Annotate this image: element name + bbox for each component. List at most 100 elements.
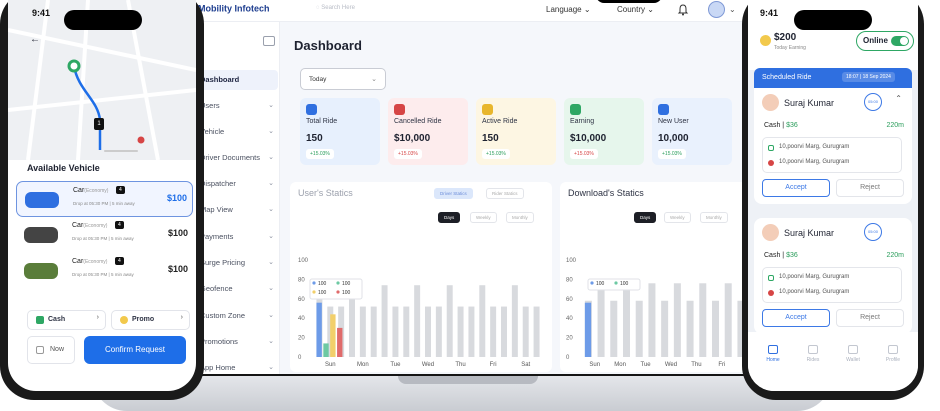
scheduled-ride-bar[interactable]: Scheduled Ride 18:07 | 18 Sep 2024 (754, 68, 912, 88)
vehicle-option[interactable]: Car(Economy) 4 Drop at 05:30 PM | 5 min aw… (16, 253, 193, 289)
downloads-stats-panel: Download's Statics Days Weekly Monthly 0… (560, 182, 768, 372)
vehicle-eta: Drop at 05:30 PM | 5 min away (73, 201, 135, 206)
stage: Mobility Infotech ◌ Search Here Language… (0, 0, 940, 411)
schedule-now-button[interactable]: Now (27, 336, 75, 364)
bell-icon[interactable] (676, 3, 690, 17)
date-filter-select[interactable]: Today ⌄ (300, 68, 386, 90)
y-tick-label: 40 (566, 316, 573, 322)
stat-label: New User (658, 118, 689, 125)
vehicle-price: $100 (167, 264, 188, 274)
sidebar-collapse-icon[interactable] (263, 36, 275, 46)
chevron-down-icon[interactable]: ⌄ (729, 5, 736, 14)
tooltip-swatch (336, 290, 340, 294)
promo-icon (120, 316, 128, 324)
stat-card[interactable]: Cancelled Ride $10,000 +15.03% (388, 98, 468, 165)
payment-cash-select[interactable]: Cash › (27, 310, 106, 330)
chevron-down-icon: ⌄ (268, 259, 274, 266)
vehicle-eta: Drop at 05:30 PM | 5 min away (72, 272, 134, 277)
payment-method: Cash (764, 252, 781, 259)
countdown-timer: 05:00 (864, 223, 882, 241)
pickup-icon (768, 275, 774, 281)
stat-label: Active Ride (482, 118, 518, 125)
stat-delta: +15.03% (570, 149, 598, 159)
tooltip-swatch (590, 281, 594, 285)
pickup-address: 10,poorvi Marg, Gurugram (779, 144, 850, 150)
stat-card[interactable]: Total Ride 150 +15.03% (300, 98, 380, 165)
stat-card[interactable]: New User 10,000 +15.03% (652, 98, 732, 165)
background-bar (712, 300, 719, 357)
chevron-down-icon: ⌄ (268, 312, 274, 319)
vehicle-image-icon (24, 263, 58, 279)
background-bar (414, 285, 421, 357)
tab-rides[interactable]: Rides (796, 345, 830, 363)
tab-label: Rides (806, 357, 820, 363)
vehicle-name: Car(Economy) (72, 222, 107, 229)
confirm-request-button[interactable]: Confirm Request (84, 336, 186, 364)
promo-select[interactable]: Promo › (111, 310, 190, 330)
dashboard-screen: Mobility Infotech ◌ Search Here Language… (168, 0, 772, 374)
user-avatar[interactable] (708, 1, 725, 18)
back-arrow-icon[interactable]: ← (30, 34, 40, 45)
dynamic-island (794, 10, 872, 30)
tooltip-value: 100 (596, 281, 605, 287)
series-bar[interactable] (316, 302, 322, 357)
rider-avatar (762, 94, 779, 111)
stat-card[interactable]: Active Ride 150 +15.03% (476, 98, 556, 165)
ride-request-card[interactable]: Suraj Kumar 05:00 ⌃ Cash | $36 220m 10,poorvi… (754, 88, 912, 204)
series-bar[interactable] (584, 302, 592, 357)
vehicle-option[interactable]: Car(Economy) 4 Drop at 05:30 PM | 5 min aw… (16, 217, 193, 253)
language-select[interactable]: Language ⌄ (546, 5, 591, 14)
rider-phone-screen: 1 ← 9:41 Available Vehicle Car(Economy) 4… (8, 0, 196, 391)
ride-request-card[interactable]: Suraj Kumar 05:00 Cash | $36 220m 10,poorvi … (754, 218, 912, 334)
background-bar (533, 306, 540, 357)
tab-wallet[interactable]: Wallet (836, 345, 870, 363)
ride-payment: Cash | $36 (764, 252, 798, 259)
dynamic-island (64, 10, 142, 30)
y-tick-label: 60 (566, 297, 573, 303)
chevron-up-icon[interactable]: ⌃ (895, 94, 902, 103)
tab-home[interactable]: Home (756, 345, 790, 363)
vehicle-name: Car(Economy) (72, 258, 107, 265)
sidebar-item-label: Map View (200, 205, 233, 214)
reject-button[interactable]: Reject (836, 309, 904, 327)
vehicle-type: (Economy) (83, 223, 108, 229)
background-bar (597, 283, 605, 357)
sidebar-item[interactable]: Dashboard (198, 70, 278, 90)
accept-button[interactable]: Accept (762, 309, 830, 327)
series-bar[interactable] (337, 327, 343, 357)
vehicle-name-text: Car (72, 222, 84, 229)
country-select[interactable]: Country ⌄ (617, 5, 654, 14)
ride-distance: 220m (886, 122, 904, 129)
scheduled-time: 18:07 | 18 Sep 2024 (842, 72, 895, 82)
background-bar (522, 306, 529, 357)
background-bar (479, 285, 486, 357)
driver-phone: 9:41 $200 Today Earning Online Scheduled… (742, 0, 924, 400)
chevron-down-icon: ⌄ (268, 338, 274, 345)
background-bar (468, 306, 475, 357)
stat-card[interactable]: Earning $10,000 +15.03% (564, 98, 644, 165)
reject-button[interactable]: Reject (836, 179, 904, 197)
background-bar (661, 300, 669, 357)
date-filter-value: Today (309, 76, 327, 83)
rider-avatar (762, 224, 779, 241)
background-bar (370, 306, 377, 357)
stat-icon (306, 104, 317, 115)
stat-icon (570, 104, 581, 115)
sidebar-item-label: Custom Zone (200, 311, 246, 320)
main-content: Dashboard Today ⌄ Total Ride 150 +15.03% Can… (290, 22, 768, 374)
search-input[interactable]: ◌ Search Here (316, 5, 355, 11)
sidebar-item-label: Driver Documents (200, 153, 261, 162)
x-tick-label: Tue (390, 362, 401, 368)
accept-button[interactable]: Accept (762, 179, 830, 197)
background-bar (501, 306, 507, 357)
tab-profile[interactable]: Profile (876, 345, 910, 363)
series-bar[interactable] (330, 314, 336, 357)
payment-method: Cash (764, 122, 781, 129)
section-title: Available Vehicle (27, 163, 100, 173)
online-toggle[interactable]: Online (856, 31, 914, 51)
series-bar[interactable] (323, 343, 329, 357)
vehicle-option[interactable]: Car(Economy) 4 Drop at 05:30 PM | 5 min aw… (16, 181, 193, 217)
y-tick-label: 20 (566, 336, 573, 342)
sheet-handle[interactable] (104, 150, 138, 152)
users-bar-chart: 0 20 40 60 80 100 Sun Mon Tue Wed Thu Fri Sat 100 100 1… (298, 258, 540, 368)
